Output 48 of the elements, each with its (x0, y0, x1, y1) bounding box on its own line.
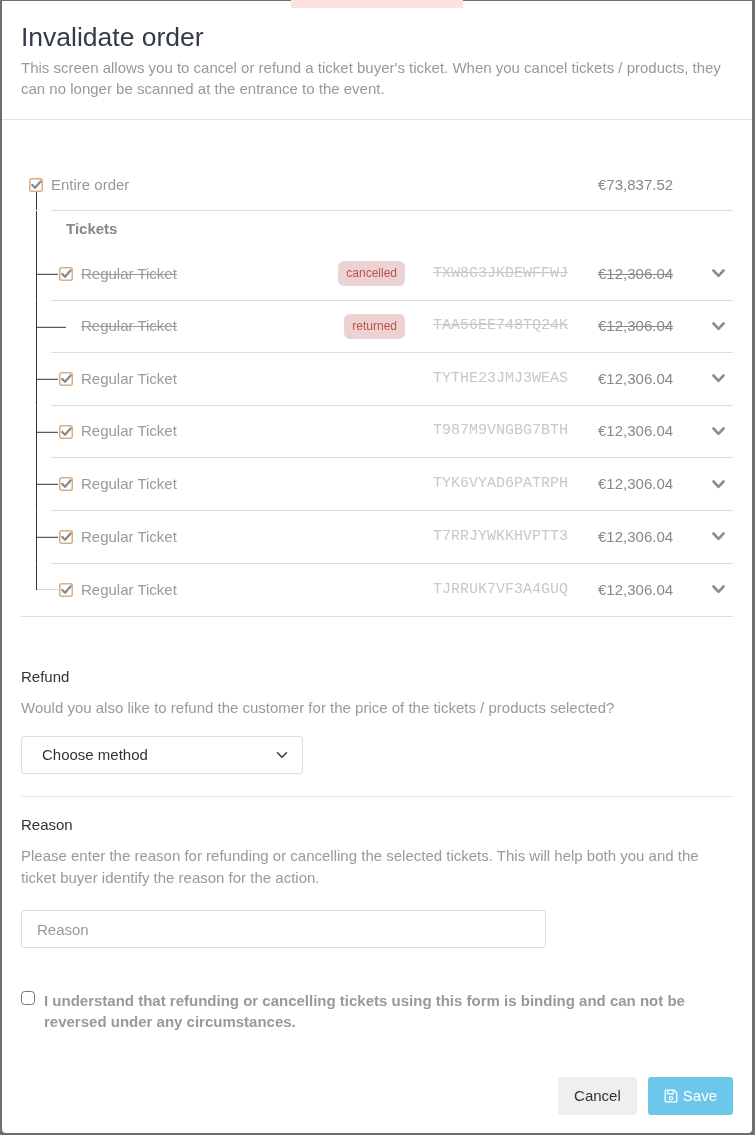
status-badge: cancelled (338, 261, 405, 287)
ticket-price: €12,306.04 (598, 579, 675, 600)
checked-checkbox[interactable] (59, 582, 73, 597)
dialog-description: This screen allows you to cancel or refund a ticket buyer's ticket. When you cancel tickets / products, they can no longer be scanned at the entrance to the event. (21, 58, 722, 99)
status-badge: returned (344, 313, 405, 339)
order-total: €73,837.52 (598, 174, 675, 195)
reason-input[interactable]: Reason (21, 910, 546, 949)
checked-checkbox[interactable] (59, 266, 73, 281)
ticket-price: €12,306.04 (598, 473, 675, 494)
section-heading: Tickets (65, 219, 118, 240)
ticket-price: €12,306.04 (598, 526, 675, 547)
ticket-price: €12,306.04 (598, 368, 675, 389)
refund-method-select[interactable]: Choose method (21, 736, 303, 775)
ticket-name: Regular Ticket (81, 421, 178, 442)
chevron-down-icon[interactable] (712, 374, 725, 384)
tree-connector (36, 405, 58, 459)
tree-connector (36, 458, 58, 511)
chevron-down-icon[interactable] (712, 479, 725, 489)
agreement-checkbox[interactable] (21, 991, 35, 1006)
cancel-button[interactable]: Cancel (558, 1077, 637, 1115)
dialog-title: Invalidate order (21, 22, 205, 53)
chevron-down-icon[interactable] (712, 585, 725, 595)
refund-help-text: Would you also like to refund the customer for the price of the tickets / products selected? (21, 698, 616, 719)
checked-checkbox[interactable] (29, 178, 43, 192)
ticket-price: €12,306.04 (598, 263, 675, 284)
ticket-name: Regular Ticket (81, 263, 178, 284)
checked-checkbox[interactable] (59, 424, 73, 439)
chevron-down-icon[interactable] (712, 321, 725, 331)
tree-connector (36, 300, 66, 354)
ticket-name: Regular Ticket (81, 368, 178, 389)
ticket-price: €12,306.04 (598, 316, 675, 337)
refund-label: Refund (21, 667, 71, 688)
checked-checkbox[interactable] (59, 529, 73, 544)
ticket-name: Regular Ticket (81, 316, 178, 337)
tree-connector (36, 353, 58, 406)
ticket-name: Regular Ticket (81, 579, 178, 600)
ticket-name: Regular Ticket (81, 526, 178, 547)
order-label: Entire order (51, 174, 131, 195)
checked-checkbox[interactable] (59, 372, 73, 386)
agreement-text: I understand that refunding or cancelling tickets using this form is binding and can not be reversed under any circumstances. (44, 991, 686, 1033)
checked-checkbox[interactable] (59, 477, 73, 492)
chevron-down-icon[interactable] (712, 269, 725, 279)
ticket-name: Regular Ticket (81, 473, 178, 494)
reason-label: Reason (21, 815, 74, 836)
ticket-price: €12,306.04 (598, 421, 675, 442)
chevron-down-icon[interactable] (712, 532, 725, 542)
chevron-down-icon[interactable] (712, 427, 725, 437)
reason-help-text: Please enter the reason for refunding or cancelling the selected tickets. This will help both you and the ticket buyer identify the reason for the action. (21, 846, 700, 889)
